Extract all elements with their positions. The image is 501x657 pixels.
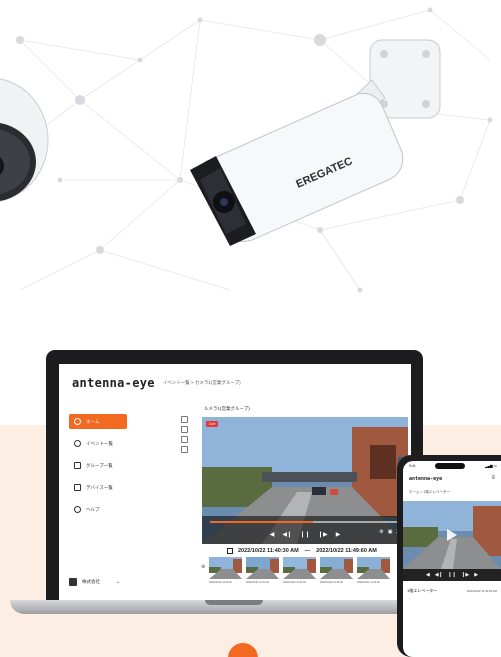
thumbnail-label: 2022/10/22 11:40:30	[209, 581, 232, 584]
sidebar-item-label: デバイス一覧	[86, 484, 113, 490]
org-label: 株式会社	[82, 579, 100, 584]
thumbnail-image	[283, 557, 316, 579]
rewind-icon[interactable]: ◀	[426, 572, 430, 578]
sidebar-item-groups[interactable]: グループ一覧	[69, 458, 127, 473]
thumbnail-image	[357, 557, 390, 579]
settings-icon[interactable]: ⚙	[379, 529, 383, 535]
video-controls: ◀ ◀❙ ❙❙ ❙▶ ▶ ⚙ ▣ ⛶	[202, 516, 408, 544]
range-end: 2022/10/22 11:49:60 AM	[316, 548, 377, 554]
bullet-camera-image: EREGATEC	[190, 39, 441, 246]
range-start: 2022/10/22 11:40:30 AM	[238, 548, 299, 554]
dome-camera-image	[0, 78, 49, 202]
phone-video-player[interactable]	[403, 501, 501, 569]
phone-row-time: 2022/10/22 11:49:60 AM	[466, 589, 497, 593]
phone-time: 9:41	[409, 464, 416, 468]
thumbnail-image	[320, 557, 353, 579]
phone-video-frame	[403, 501, 501, 569]
phone-list-item[interactable]: 1階エレベーター 2022/10/22 11:49:60 AM	[407, 585, 497, 597]
phone-breadcrumb: ホーム > 1階エレベーター	[409, 490, 450, 494]
playback-buttons: ◀ ◀❙ ❙❙ ❙▶ ▶	[202, 528, 408, 540]
phone-video-controls: ◀ ◀❙ ❙❙ ❙▶ ▶	[403, 569, 501, 581]
rewind-icon[interactable]: ◀	[270, 531, 275, 538]
thumbnail-item[interactable]: 2022/10/22 11:44:30	[357, 557, 390, 584]
download-icon[interactable]	[181, 426, 188, 433]
step-back-icon[interactable]: ◀❙	[435, 572, 443, 578]
pip-icon[interactable]: ▣	[388, 529, 393, 535]
step-forward-icon[interactable]: ❙▶	[318, 531, 328, 538]
app-header: antenna-eye イベント一覧 > カメラ1(営業グループ)	[59, 364, 411, 402]
device-icon	[74, 484, 81, 491]
share-icon[interactable]	[181, 416, 188, 423]
thumbnail-item[interactable]: 2022/10/22 11:41:30	[246, 557, 279, 584]
sidebar-item-label: イベント一覧	[86, 440, 113, 446]
thumbnail-label: 2022/10/22 11:41:30	[246, 581, 269, 584]
phone-screen: 9:41 ▂▄▆ ▭ antenna-eye ≡ ホーム > 1階エレベーター …	[403, 461, 501, 657]
fast-forward-icon[interactable]: ▶	[336, 531, 341, 538]
chevron-down-icon: ⌄	[116, 579, 121, 585]
thumbnail-item[interactable]: 2022/10/22 11:42:30	[283, 557, 316, 584]
live-badge: Live	[206, 421, 219, 427]
sidebar-item-devices[interactable]: デバイス一覧	[69, 480, 127, 495]
sidebar-item-help[interactable]: ヘルプ	[69, 502, 127, 517]
thumbnail-item[interactable]: 2022/10/22 11:43:30	[320, 557, 353, 584]
thumbnail-label: 2022/10/22 11:43:30	[320, 581, 343, 584]
calendar-icon	[227, 548, 233, 554]
org-switcher[interactable]: 株式会社 ⌄	[69, 576, 129, 588]
range-separator: —	[304, 548, 311, 554]
phone-row-title: 1階エレベーター	[407, 588, 438, 593]
sidebar-item-events[interactable]: イベント一覧	[69, 436, 127, 451]
sidebar-item-label: グループ一覧	[86, 462, 113, 468]
event-icon	[74, 440, 81, 447]
sidebar: ホーム イベント一覧 グループ一覧 デバイス一覧 ヘルプ	[69, 414, 127, 596]
signal-battery-icon: ▂▄▆ ▭	[484, 464, 497, 468]
settings-icon[interactable]	[181, 436, 188, 443]
video-tool-column	[181, 416, 191, 456]
thumbnail-item[interactable]: 2022/10/22 11:40:30	[209, 557, 242, 584]
step-forward-icon[interactable]: ❙▶	[461, 572, 469, 578]
pause-icon[interactable]: ❙❙	[300, 531, 310, 538]
pause-icon[interactable]: ❙❙	[448, 572, 456, 578]
fast-forward-icon[interactable]: ▶	[474, 572, 478, 578]
thumbnail-strip: 2022/10/22 11:40:30 2022/10/22 11:41:30 20…	[209, 557, 409, 584]
sidebar-item-home[interactable]: ホーム	[69, 414, 127, 429]
thumbnail-label: 2022/10/22 11:42:30	[283, 581, 306, 584]
laptop-screen: antenna-eye イベント一覧 > カメラ1(営業グループ) ホーム イベ…	[59, 364, 411, 600]
step-back-icon[interactable]: ◀❙	[282, 531, 292, 538]
thumbnail-label: 2022/10/22 11:44:30	[357, 581, 380, 584]
home-icon	[74, 418, 81, 425]
timeline-progress	[210, 521, 314, 523]
help-icon	[74, 506, 81, 513]
sidebar-item-label: ヘルプ	[86, 506, 100, 512]
laptop-notch	[205, 600, 263, 605]
breadcrumb: イベント一覧 > カメラ1(営業グループ)	[162, 380, 241, 385]
hero-section: EREGATEC	[0, 0, 501, 300]
video-player[interactable]: Live ◀ ◀❙ ❙❙ ❙▶ ▶ ⚙ ▣ ⛶	[202, 417, 408, 544]
hamburger-menu-icon[interactable]: ≡	[491, 475, 495, 481]
playback-timeline[interactable]	[210, 521, 398, 523]
fullscreen-icon[interactable]	[181, 446, 188, 453]
thumbnail-image	[246, 557, 279, 579]
phone-brand-logo[interactable]: antenna-eye	[409, 476, 442, 482]
thumbnail-prev-icon[interactable]: ⊕	[201, 564, 205, 570]
sidebar-item-label: ホーム	[86, 418, 100, 424]
phone-status-bar: 9:41 ▂▄▆ ▭	[409, 464, 497, 468]
thumbnail-image	[209, 557, 242, 579]
org-avatar	[69, 578, 77, 586]
brand-logo[interactable]: antenna-eye	[72, 376, 155, 390]
camera-group-title: ルメラ1(営業グループ)	[204, 406, 250, 411]
group-icon	[74, 462, 81, 469]
time-range[interactable]: 2022/10/22 11:40:30 AM — 2022/10/22 11:4…	[227, 548, 377, 554]
